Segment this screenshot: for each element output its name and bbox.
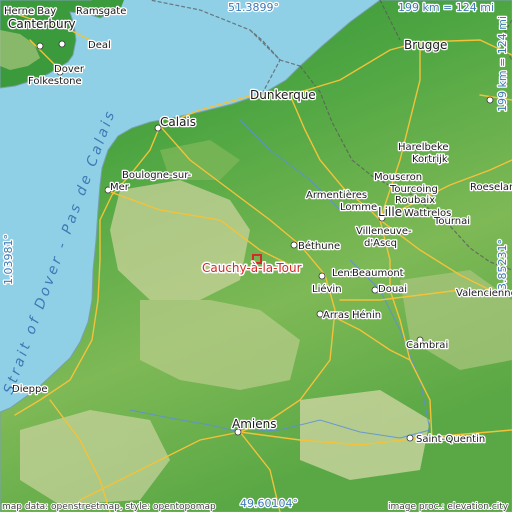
label-calais: Calais: [160, 115, 196, 129]
label-brugge: Brugge: [404, 38, 447, 52]
label-amiens: Amiens: [232, 417, 276, 431]
label-cambrai: Cambrai: [406, 340, 448, 351]
coord-east: 3.85231°: [496, 239, 509, 290]
label-lievin: Liévin: [312, 283, 342, 295]
label-canterbury: Canterbury: [8, 17, 76, 31]
label-kortrijk: Kortrijk: [412, 154, 448, 165]
coord-south: 49.60104°: [240, 497, 298, 510]
credit-left: map data: openstreetmap, style: opentopo…: [2, 502, 216, 512]
label-beaumont: Beaumont: [352, 268, 404, 279]
label-deal: Deal: [88, 40, 111, 51]
label-bethune: Béthune: [298, 240, 340, 252]
topographic-map[interactable]: Herne Bay Ramsgate Canterbury Deal Dover…: [0, 0, 512, 512]
label-douai: Douai: [378, 284, 407, 295]
label-dascq: d'Ascq: [364, 238, 397, 249]
label-tournai: Tournai: [433, 216, 470, 227]
label-folkestone: Folkestone: [28, 76, 82, 87]
label-mouscron: Mouscron: [374, 172, 422, 183]
label-harelbeke: Harelbeke: [398, 142, 449, 153]
scale-top: 199 km = 124 mi: [398, 1, 494, 14]
label-boulogne-sur: Boulogne-sur-: [122, 170, 192, 181]
coord-west: 1.03981°: [2, 234, 15, 285]
label-lille: Lille: [378, 205, 402, 219]
label-saint-quentin: Saint-Quentin: [416, 434, 485, 445]
label-arras: Arras: [323, 310, 349, 321]
coord-north: 51.3899°: [228, 1, 279, 14]
label-lomme: Lomme: [340, 202, 377, 213]
credit-right: image proc.: elevation.city: [388, 502, 509, 512]
label-boulogne-mer: Mer: [110, 182, 130, 193]
label-ramsgate: Ramsgate: [76, 6, 126, 17]
label-tourcoing: Tourcoing: [389, 184, 438, 195]
label-herne-bay: Herne Bay: [4, 6, 56, 17]
label-villeneuve: Villeneuve-: [356, 226, 412, 237]
label-dover: Dover: [54, 64, 85, 75]
label-henin: Hénin: [352, 309, 381, 321]
label-roeselare: Roeselare: [470, 182, 512, 193]
label-armentieres: Armentières: [306, 189, 367, 201]
label-cauchy-a-la-tour: Cauchy-à-la-Tour: [202, 261, 302, 275]
label-dunkerque: Dunkerque: [250, 88, 316, 102]
scale-right: 199 km = 124 mi: [496, 16, 509, 112]
